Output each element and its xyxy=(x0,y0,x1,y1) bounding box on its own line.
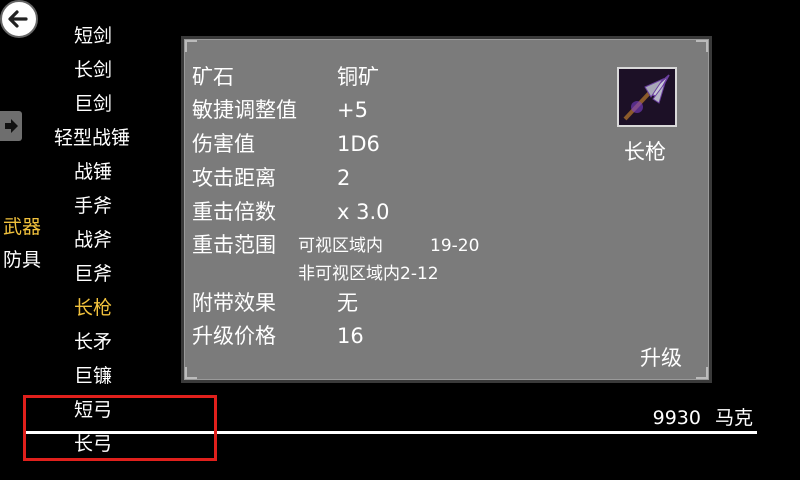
range-value: 2 xyxy=(337,166,351,190)
panel-corner xyxy=(696,40,708,52)
crit-visible-label: 可视区域内 xyxy=(298,236,383,256)
arrow-right-icon xyxy=(5,119,18,133)
spear-icon xyxy=(617,67,677,127)
list-item[interactable]: 战锤 xyxy=(74,160,112,184)
list-item-selected[interactable]: 长枪 xyxy=(74,296,112,320)
upgrade-cost-label: 升级价格 xyxy=(192,324,276,348)
list-item[interactable]: 战斧 xyxy=(74,228,112,252)
ore-value: 铜矿 xyxy=(337,65,379,89)
item-name: 长枪 xyxy=(624,140,666,164)
range-label: 攻击距离 xyxy=(192,166,276,190)
upgrade-cost-value: 16 xyxy=(337,324,364,348)
ore-label: 矿石 xyxy=(192,65,234,89)
panel-corner xyxy=(696,367,708,379)
panel-corner xyxy=(185,40,197,52)
list-item[interactable]: 巨镰 xyxy=(74,364,112,388)
crit-visible-value: 19-20 xyxy=(430,236,480,256)
category-armor[interactable]: 防具 xyxy=(3,245,41,272)
divider xyxy=(23,431,757,434)
back-button[interactable] xyxy=(0,0,38,38)
damage-label: 伤害值 xyxy=(192,132,255,156)
dex-label: 敏捷调整值 xyxy=(192,98,297,122)
crit-mult-value: x 3.0 xyxy=(337,200,390,224)
list-item[interactable]: 短弓 xyxy=(74,398,112,422)
panel-corner xyxy=(185,367,197,379)
highlight-box xyxy=(23,395,217,461)
expand-menu-tab[interactable] xyxy=(0,111,22,141)
list-item[interactable]: 巨剑 xyxy=(74,92,112,116)
effect-label: 附带效果 xyxy=(192,291,276,315)
dex-value: +5 xyxy=(337,98,368,122)
currency-amount: 9930 xyxy=(652,407,701,429)
damage-value: 1D6 xyxy=(337,132,380,156)
crit-invisible-value: 2-12 xyxy=(400,264,439,284)
back-arrow-icon xyxy=(8,10,28,28)
list-item[interactable]: 轻型战锤 xyxy=(54,126,130,150)
crit-mult-label: 重击倍数 xyxy=(192,200,276,224)
effect-value: 无 xyxy=(337,291,358,315)
crit-range-label: 重击范围 xyxy=(192,233,276,257)
list-item[interactable]: 短剑 xyxy=(74,24,112,48)
item-detail-panel: 矿石 铜矿 敏捷调整值 +5 伤害值 1D6 攻击距离 2 重击倍数 x 3.0… xyxy=(181,36,712,383)
category-weapons[interactable]: 武器 xyxy=(3,212,41,239)
upgrade-button[interactable]: 升级 xyxy=(640,342,682,372)
crit-invisible-label: 非可视区域内 xyxy=(298,264,400,284)
list-item[interactable]: 巨斧 xyxy=(74,262,112,286)
currency-display: 9930 马克 xyxy=(653,403,753,430)
list-item[interactable]: 长剑 xyxy=(74,58,112,82)
currency-unit: 马克 xyxy=(714,407,753,429)
list-item[interactable]: 长弓 xyxy=(74,432,112,456)
list-item[interactable]: 手斧 xyxy=(74,194,112,218)
list-item[interactable]: 长矛 xyxy=(74,330,112,354)
